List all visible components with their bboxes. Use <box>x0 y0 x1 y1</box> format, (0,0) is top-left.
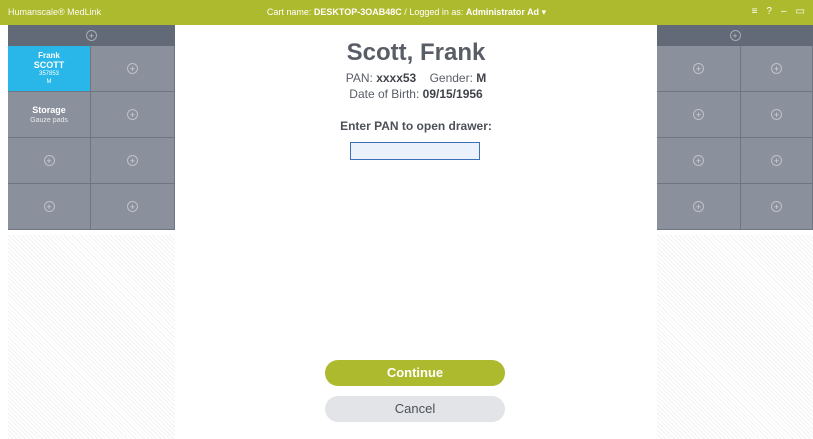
cart-name-value: DESKTOP-3OAB48C <box>313 7 402 17</box>
patient-gender: M <box>46 79 52 85</box>
drawer-empty[interactable]: + <box>741 46 813 92</box>
title-bar: Humanscale® MedLink Cart name: DESKTOP-3… <box>0 0 813 25</box>
patient-dialog: Scott, Frank PAN: xxxx53 Gender: M Date … <box>175 25 657 439</box>
add-icon[interactable]: + <box>729 30 741 41</box>
drawer-empty[interactable]: + <box>657 184 741 230</box>
add-icon: + <box>127 155 138 166</box>
drawer-patient-frank-scott[interactable]: Frank SCOTT 357853 M <box>8 46 91 92</box>
drawer-empty[interactable]: + <box>91 184 175 230</box>
add-icon: + <box>127 201 138 212</box>
left-drawer-panel: + Frank SCOTT 357853 M + Storage Gauze p… <box>8 25 175 439</box>
patient-name: Scott, Frank <box>346 39 486 66</box>
add-icon: + <box>43 155 55 166</box>
drawer-empty[interactable]: + <box>8 138 91 184</box>
patient-last-name: SCOTT <box>33 60 65 70</box>
right-drawer-grid: + + + + + + + + <box>657 46 813 230</box>
add-icon: + <box>771 155 782 166</box>
drawer-empty[interactable]: + <box>8 184 91 230</box>
pan-label: PAN: <box>345 71 373 85</box>
add-icon: + <box>693 155 704 166</box>
empty-area <box>8 235 175 439</box>
continue-button[interactable]: Continue <box>325 360 505 386</box>
gender-value: M <box>476 71 487 85</box>
right-drawer-panel: + + + + + + + + + <box>657 25 813 439</box>
minimize-icon[interactable]: – <box>781 6 787 17</box>
pan-input[interactable] <box>350 142 480 160</box>
pan-prompt: Enter PAN to open drawer: <box>340 119 492 133</box>
restore-icon[interactable]: ▭ <box>796 6 805 17</box>
drawer-empty[interactable]: + <box>657 138 741 184</box>
storage-subtitle: Gauze pads <box>30 116 68 124</box>
drawer-empty[interactable]: + <box>91 92 175 138</box>
patient-details: PAN: xxxx53 Gender: M <box>175 71 657 85</box>
drawer-empty[interactable]: + <box>741 92 813 138</box>
add-icon: + <box>693 109 704 120</box>
add-icon: + <box>127 63 138 74</box>
dob-value: 09/15/1956 <box>422 87 483 101</box>
left-drawer-grid: Frank SCOTT 357853 M + Storage Gauze pad… <box>8 46 175 230</box>
add-icon[interactable]: + <box>86 30 97 41</box>
add-icon: + <box>127 109 138 120</box>
patient-dob: Date of Birth: 09/15/1956 <box>175 87 657 101</box>
add-icon: + <box>43 201 55 212</box>
patient-pan: 357853 <box>38 71 60 77</box>
menu-icon[interactable]: ≡ <box>752 6 758 17</box>
empty-area <box>657 235 813 439</box>
user-name: Administrator Ad <box>465 7 540 17</box>
storage-title: Storage <box>32 104 66 115</box>
drawer-empty[interactable]: + <box>91 138 175 184</box>
patient-first-name: Frank <box>38 51 60 60</box>
drawer-empty[interactable]: + <box>741 138 813 184</box>
gender-label: Gender: <box>429 71 473 85</box>
help-icon[interactable]: ? <box>766 6 772 17</box>
window-controls: ≡ ? – ▭ <box>752 6 805 17</box>
cart-info: Cart name: DESKTOP-3OAB48C / Logged in a… <box>0 7 813 18</box>
separator: / <box>404 7 407 17</box>
drawer-empty[interactable]: + <box>657 92 741 138</box>
chevron-down-icon: ▾ <box>541 7 547 17</box>
drawer-storage[interactable]: Storage Gauze pads <box>8 92 91 138</box>
drawer-empty[interactable]: + <box>91 46 175 92</box>
add-icon: + <box>771 109 782 120</box>
logged-in-label: Logged in as: <box>409 7 464 17</box>
user-menu[interactable]: Administrator Ad ▾ <box>466 7 546 17</box>
right-panel-header: + <box>657 25 813 46</box>
cart-name-label: Cart name: <box>266 7 312 17</box>
add-icon: + <box>771 201 782 212</box>
pan-value: xxxx53 <box>376 71 417 85</box>
add-icon: + <box>771 63 782 74</box>
left-panel-header: + <box>8 25 175 46</box>
drawer-empty[interactable]: + <box>741 184 813 230</box>
dob-label: Date of Birth: <box>349 87 420 101</box>
cancel-button[interactable]: Cancel <box>325 396 505 422</box>
drawer-empty[interactable]: + <box>657 46 741 92</box>
add-icon: + <box>693 201 704 212</box>
add-icon: + <box>693 63 704 74</box>
